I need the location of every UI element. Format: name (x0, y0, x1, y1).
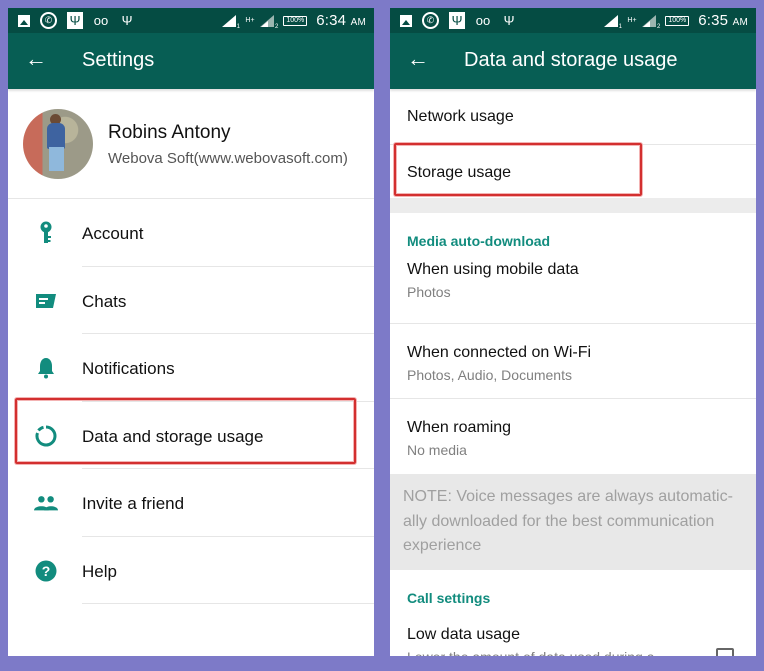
gallery-icon (18, 14, 30, 27)
network-type: H+ (627, 17, 637, 24)
sim-indicator: 1 (618, 24, 622, 30)
clock-time: 6:35 (698, 12, 729, 29)
media-item-wifi[interactable]: When connected on Wi-Fi Photos, Audio, D… (390, 324, 756, 399)
app-bar: ← Data and storage usage (390, 33, 756, 89)
settings-item-notifications[interactable]: Notifications (8, 334, 374, 402)
battery-icon: 100% (283, 15, 308, 26)
key-icon (34, 221, 58, 245)
profile-name: Robins Antony (108, 122, 231, 143)
sim-indicator: 2 (656, 24, 661, 30)
clock-ampm: AM (732, 17, 748, 28)
usb-icon: Ψ (121, 13, 133, 28)
item-title: When roaming (407, 419, 512, 436)
page-title: Data and storage usage (464, 49, 678, 71)
item-title: Low data usage (407, 625, 520, 643)
usb-icon: Ψ (503, 13, 515, 28)
clock-ampm: AM (350, 17, 366, 28)
section-gap (390, 198, 756, 213)
battery-icon: 100% (665, 15, 690, 26)
signal-icon (221, 14, 236, 27)
whatsapp-icon: ✆ (40, 12, 57, 29)
data-settings-list: Network usage Storage usage Media auto-d… (390, 89, 756, 656)
section-title: Media auto-download (407, 233, 551, 249)
settings-screen: ✆ Ψ oo Ψ 1 H+ 2 100% 6:34 AM ← Settings … (8, 8, 374, 656)
page-title: Settings (82, 49, 155, 71)
signal-icon (259, 14, 274, 27)
settings-item-label: Account (82, 224, 144, 243)
gallery-icon (400, 14, 412, 27)
section-title: Call settings (407, 589, 491, 606)
clock: 6:34 AM (316, 12, 366, 29)
data-storage-screen: ✆ Ψ oo Ψ 1 H+ 2 100% 6:35 AM ← Data and … (390, 8, 756, 656)
settings-item-label: Chats (82, 291, 127, 311)
settings-item-account[interactable]: Account (8, 199, 374, 267)
network-usage-item[interactable]: Network usage (390, 89, 756, 145)
avatar[interactable] (23, 109, 93, 179)
item-subtitle: Lower the amount of data used during a (407, 649, 655, 657)
chat-icon (34, 289, 58, 313)
low-data-checkbox[interactable] (716, 647, 734, 656)
help-icon: ? (34, 559, 58, 583)
voicemail-icon: oo (475, 13, 491, 28)
status-bar: ✆ Ψ oo Ψ 1 H+ 2 100% 6:34 AM (8, 8, 374, 33)
item-title: Network usage (407, 108, 514, 125)
signal-icon (641, 14, 656, 27)
low-data-usage-item[interactable]: Low data usage Lower the amount of data … (390, 608, 756, 657)
profile-card[interactable]: Robins Antony Webova Soft(www.webovasoft… (8, 89, 374, 199)
media-item-roaming[interactable]: When roaming No media (390, 399, 756, 474)
voice-note: NOTE: Voice messages are always automati… (390, 474, 756, 570)
svg-text:?: ? (42, 563, 51, 579)
status-bar: ✆ Ψ oo Ψ 1 H+ 2 100% 6:35 AM (390, 8, 756, 33)
bell-icon (34, 356, 58, 380)
profile-status: Webova Soft(www.webovasoft.com) (108, 150, 348, 167)
storage-usage-item[interactable]: Storage usage (390, 145, 756, 198)
settings-item-label: Data and storage usage (82, 426, 264, 446)
settings-item-data-and-storage[interactable]: Data and storage usage (8, 402, 374, 469)
data-usage-icon (34, 424, 58, 448)
app-bar: ← Settings (8, 33, 374, 89)
whatsapp-icon: ✆ (422, 12, 439, 29)
item-value: Photos (407, 284, 451, 300)
settings-menu: Account Chats Notifications Data and sto… (8, 199, 374, 604)
usb-icon: Ψ (67, 12, 83, 29)
divider (82, 603, 374, 604)
clock: 6:35 AM (698, 12, 748, 29)
signal-icon (603, 14, 618, 27)
settings-item-chats[interactable]: Chats (8, 267, 374, 334)
section-header-media: Media auto-download (390, 213, 756, 251)
section-header-calls: Call settings (390, 570, 756, 608)
settings-item-label: Notifications (82, 359, 175, 378)
media-item-mobile-data[interactable]: When using mobile data Photos (390, 251, 756, 324)
item-value: No media (407, 442, 467, 458)
people-icon (34, 491, 58, 515)
clock-time: 6:34 (316, 12, 347, 29)
back-arrow-icon[interactable]: ← (25, 47, 49, 71)
settings-item-label: Help (82, 561, 117, 581)
sim-indicator: 2 (274, 24, 279, 30)
sim-indicator: 1 (236, 24, 240, 30)
item-title: Storage usage (407, 164, 512, 181)
settings-item-help[interactable]: ? Help (8, 537, 374, 604)
item-title: When connected on Wi-Fi (407, 344, 592, 361)
network-type: H+ (245, 17, 255, 24)
item-value: Photos, Audio, Documents (407, 367, 572, 383)
settings-item-invite[interactable]: Invite a friend (8, 469, 374, 537)
usb-icon: Ψ (449, 12, 465, 29)
back-arrow-icon[interactable]: ← (407, 47, 431, 71)
item-title: When using mobile data (407, 261, 579, 278)
voicemail-icon: oo (93, 13, 109, 28)
settings-item-label: Invite a friend (82, 494, 185, 513)
